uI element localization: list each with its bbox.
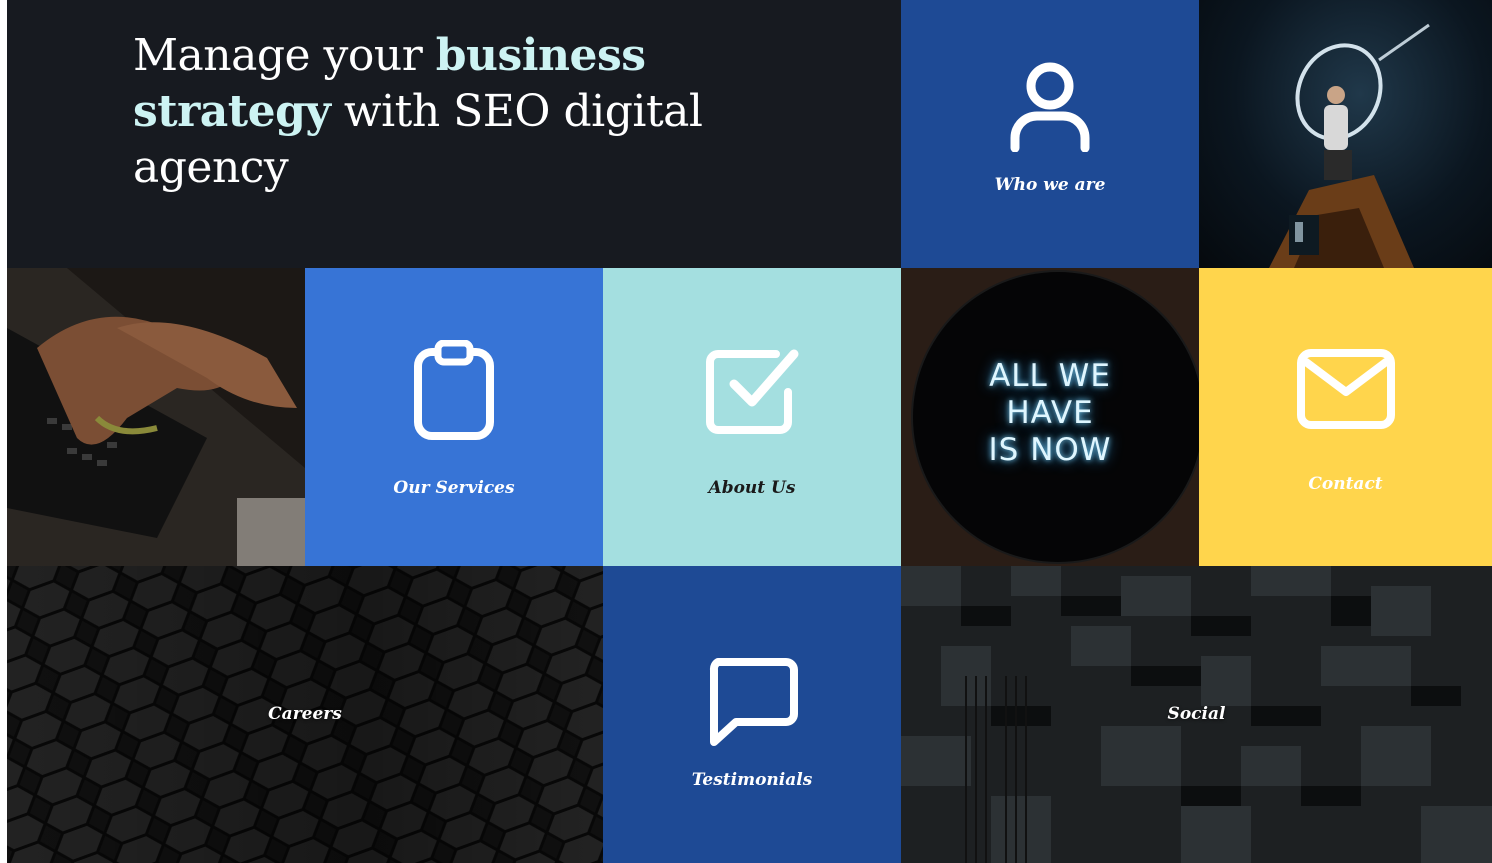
testimonials-label: Testimonials bbox=[691, 770, 813, 790]
neon-sign-text: ALL WE HAVE IS NOW bbox=[988, 358, 1112, 468]
our-services-label: Our Services bbox=[393, 478, 515, 498]
careers-tile[interactable]: Careers bbox=[7, 566, 603, 863]
contact-label: Contact bbox=[1308, 474, 1383, 494]
photo-night-image bbox=[1269, 23, 1430, 268]
checkbox-icon bbox=[706, 349, 799, 434]
who-we-are-label: Who we are bbox=[994, 175, 1106, 195]
about-us-label: About Us bbox=[708, 478, 796, 498]
speech-bubble-icon bbox=[709, 658, 798, 746]
photo-laptop-hands bbox=[7, 268, 305, 566]
user-icon bbox=[1010, 62, 1090, 152]
hero-panel: Manage your business strategy with SEO d… bbox=[7, 0, 901, 268]
clipboard-icon bbox=[414, 340, 494, 440]
page-title: Manage your business strategy with SEO d… bbox=[133, 30, 703, 193]
photo-laptop-image bbox=[7, 268, 305, 566]
social-tile[interactable]: Social bbox=[901, 566, 1492, 863]
our-services-tile[interactable]: Our Services bbox=[305, 268, 603, 566]
contact-tile[interactable]: Contact bbox=[1199, 268, 1492, 566]
photo-neon-sign: ALL WE HAVE IS NOW bbox=[901, 268, 1199, 566]
testimonials-tile[interactable]: Testimonials bbox=[603, 566, 901, 863]
photo-night-figure bbox=[1199, 0, 1492, 268]
careers-label: Careers bbox=[268, 704, 342, 724]
about-us-tile[interactable]: About Us bbox=[603, 268, 901, 566]
tile-grid: Manage your business strategy with SEO d… bbox=[7, 0, 1492, 863]
mail-icon bbox=[1296, 349, 1395, 429]
social-label: Social bbox=[1167, 704, 1226, 724]
who-we-are-tile[interactable]: Who we are bbox=[901, 0, 1199, 268]
